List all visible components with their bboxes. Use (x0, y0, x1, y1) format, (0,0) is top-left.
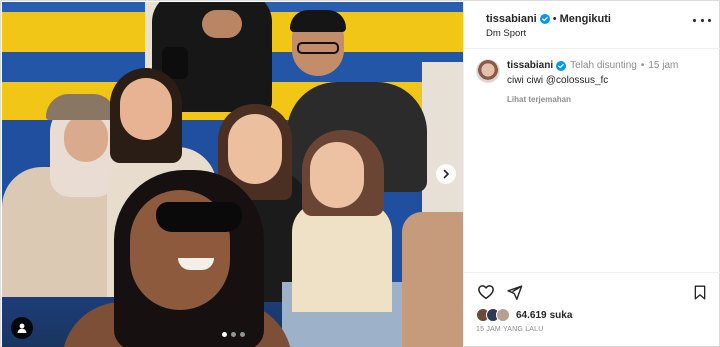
save-button[interactable] (690, 282, 710, 302)
carousel-dot (240, 332, 245, 337)
header-username[interactable]: tissabiani (486, 13, 537, 25)
user-tag-icon (17, 323, 27, 333)
post-dialog: tissabiani • Mengikuti Dm Sport tissabia… (0, 0, 720, 347)
share-button[interactable] (504, 282, 524, 302)
header-separator: • (552, 13, 557, 25)
chevron-right-icon (443, 169, 449, 179)
carousel-dot-active (222, 332, 227, 337)
avatar[interactable] (476, 59, 500, 83)
hijab-girl-face (64, 114, 108, 162)
girl-two-face (120, 78, 172, 140)
bookmark-icon (694, 285, 706, 299)
meta-separator: • (640, 60, 645, 71)
girl-four-face (310, 142, 364, 208)
edited-label: Telah disunting (570, 60, 637, 71)
girl-four-body (292, 202, 392, 312)
caption-time: 15 jam (648, 60, 679, 71)
carousel-indicator (222, 332, 245, 337)
header-user-row: tissabiani • Mengikuti (486, 13, 611, 25)
heart-icon (478, 285, 494, 300)
carousel-dot (231, 332, 236, 337)
likes-label[interactable]: suka (550, 310, 573, 321)
verified-badge-icon (539, 14, 550, 24)
carousel-next-button[interactable] (436, 164, 456, 184)
right-person-leg (402, 212, 463, 347)
cap (46, 94, 116, 120)
header-divider (464, 48, 720, 49)
post-photo[interactable] (2, 2, 463, 347)
follow-status-button[interactable]: Mengikuti (560, 13, 611, 25)
action-bar (474, 282, 712, 304)
verified-badge-icon (556, 60, 567, 71)
post-header: tissabiani • Mengikuti Dm Sport (464, 2, 720, 48)
caption-username[interactable]: tissabiani (507, 60, 553, 71)
tagged-users-button[interactable] (11, 317, 33, 339)
likes-count[interactable]: 64.619 (516, 310, 547, 321)
eyeglasses (297, 42, 339, 54)
see-translation-link[interactable]: Lihat terjemahan (507, 95, 571, 104)
more-options-icon[interactable] (693, 14, 711, 26)
post-timestamp[interactable]: 15 JAM YANG LALU (476, 326, 544, 333)
phone-hands (202, 10, 242, 38)
send-icon (506, 284, 522, 300)
liker-avatar (496, 308, 510, 322)
post-side-panel: tissabiani • Mengikuti Dm Sport tissabia… (463, 2, 720, 347)
man-with-glasses-hair (290, 10, 346, 32)
sunglasses (156, 202, 242, 232)
caption-meta: tissabiani Telah disunting • 15 jam (507, 60, 678, 71)
post-location[interactable]: Dm Sport (486, 28, 526, 39)
actions-divider (464, 272, 720, 273)
girl-three-face (228, 114, 282, 184)
likes-summary[interactable]: 64.619 suka (476, 308, 572, 322)
like-button[interactable] (476, 282, 496, 302)
caption-text: ciwi ciwi @colossus_fc (507, 75, 609, 86)
